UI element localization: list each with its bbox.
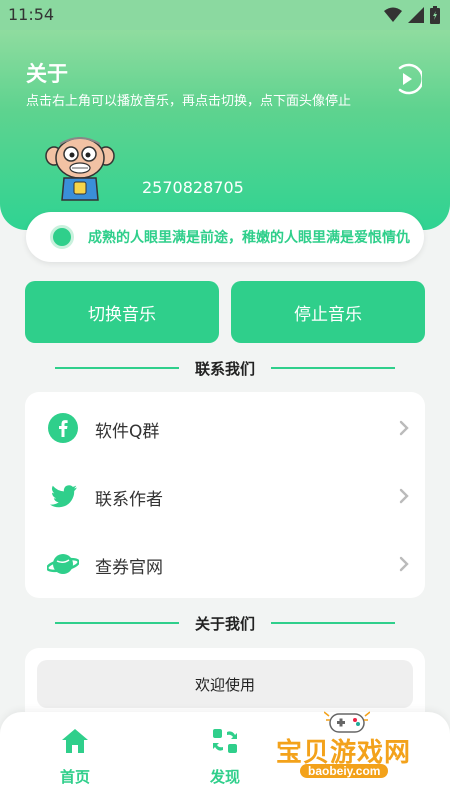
marquee-banner: 成熟的人眼里满是前途，稚嫩的人眼里满是爱恨情仇	[26, 212, 424, 262]
planet-icon	[47, 554, 79, 574]
header-subtitle: 点击右上角可以播放音乐，再点击切换，点下面头像停止	[26, 94, 352, 109]
contact-item-coupon-site[interactable]: 查券官网	[25, 530, 425, 598]
contact-item-author[interactable]: 联系作者	[25, 462, 425, 530]
contact-item-qq-group[interactable]: 软件Q群	[25, 394, 425, 462]
discover-icon	[213, 729, 237, 753]
contact-card: 软件Q群 联系作者 查券官网	[25, 392, 425, 598]
contact-item-label: 查券官网	[95, 558, 163, 578]
signal-icon	[408, 7, 424, 23]
divider	[54, 622, 179, 624]
battery-icon	[430, 6, 440, 24]
contact-section-title: 联系我们	[0, 356, 450, 380]
page-title: 关于	[26, 62, 68, 86]
switch-music-button[interactable]: 切换音乐	[25, 281, 219, 343]
watermark-url: baobeiy.com	[300, 764, 389, 778]
about-section-title: 关于我们	[0, 611, 450, 635]
status-time: 11:54	[8, 5, 55, 24]
divider	[54, 367, 179, 369]
tab-home-label: 首页	[59, 768, 90, 786]
about-title: 关于我们	[194, 614, 255, 633]
chevron-right-icon	[399, 556, 409, 572]
contact-title: 联系我们	[194, 359, 255, 378]
chevron-right-icon	[399, 488, 409, 504]
marquee-text: 成熟的人眼里满是前途，稚嫩的人眼里满是爱恨情仇	[88, 230, 410, 246]
qq-number: 2570828705	[142, 178, 244, 197]
wifi-icon	[384, 7, 402, 22]
play-music-icon[interactable]	[396, 62, 422, 96]
contact-item-label: 联系作者	[95, 490, 163, 510]
divider	[271, 622, 395, 624]
watermark: 宝贝游戏网 baobeiy.com	[272, 706, 422, 800]
tab-home[interactable]: 首页	[35, 726, 115, 790]
divider	[271, 367, 395, 369]
stop-music-button[interactable]: 停止音乐	[231, 281, 425, 343]
status-icons	[384, 6, 440, 24]
welcome-text: 欢迎使用	[37, 660, 413, 708]
status-bar: 11:54	[0, 0, 450, 30]
marquee-dot-icon	[50, 225, 74, 249]
avatar[interactable]	[44, 134, 116, 204]
tab-discover-label: 发现	[209, 768, 240, 786]
twitter-icon	[50, 485, 77, 508]
contact-item-label: 软件Q群	[95, 422, 160, 442]
tab-discover[interactable]: 发现	[185, 726, 265, 790]
home-icon	[62, 729, 88, 753]
chevron-right-icon	[399, 420, 409, 436]
facebook-icon	[48, 413, 78, 443]
